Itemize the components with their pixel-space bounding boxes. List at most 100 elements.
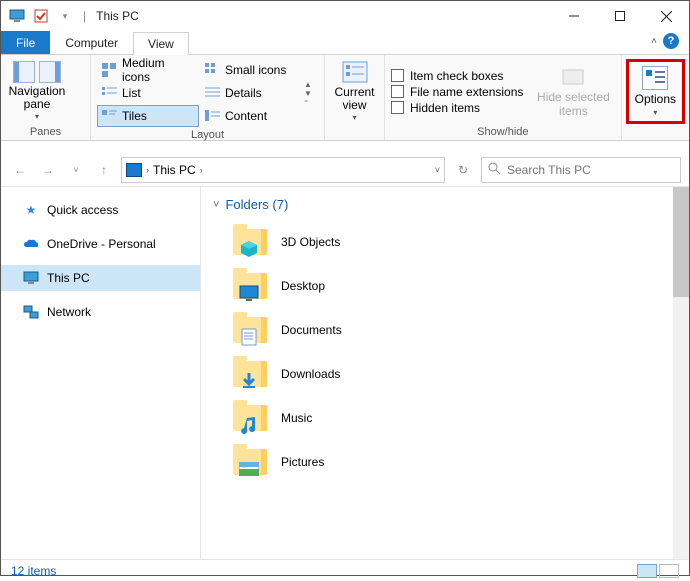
group-layout-label: Layout	[97, 129, 318, 141]
qat-separator: |	[83, 9, 86, 23]
folder-downloads[interactable]: Downloads	[213, 352, 677, 396]
layout-medium-icons[interactable]: Medium icons	[97, 59, 199, 81]
pc-icon[interactable]	[7, 6, 27, 26]
checkbox-icon	[391, 101, 404, 114]
check-hidden-items[interactable]: Hidden items	[391, 101, 523, 115]
layout-content[interactable]: Content	[200, 105, 302, 127]
folder-label: Documents	[281, 323, 342, 337]
folder-icon	[231, 446, 269, 478]
navigation-pane-label: Navigation pane	[9, 85, 66, 111]
preview-pane-icon	[39, 61, 61, 83]
cloud-icon	[23, 236, 39, 252]
address-location: This PC	[153, 163, 196, 177]
status-bar: 12 items	[1, 559, 689, 581]
up-button[interactable]: ↑	[93, 159, 115, 181]
sidebar-item-quick-access[interactable]: ★Quick access	[1, 197, 200, 223]
properties-icon[interactable]	[31, 6, 51, 26]
scrollbar-thumb[interactable]	[673, 187, 689, 297]
layout-tiles[interactable]: Tiles	[97, 105, 199, 127]
view-large-icons-button[interactable]	[659, 564, 679, 578]
star-icon: ★	[23, 202, 39, 218]
address-bar[interactable]: › This PC › ˅	[121, 157, 445, 183]
tab-view[interactable]: View	[133, 32, 189, 55]
pc-icon	[126, 163, 142, 177]
layout-small-icons[interactable]: Small icons	[200, 59, 302, 81]
group-current-view: Current view ▾	[325, 55, 385, 140]
qat-dropdown-icon[interactable]: ▾	[55, 6, 75, 26]
help-icon[interactable]: ?	[663, 33, 679, 49]
layout-gallery: Medium icons Small icons List Details Ti…	[97, 59, 302, 127]
check-item-check-boxes[interactable]: Item check boxes	[391, 69, 523, 83]
recent-locations-icon[interactable]: ˅	[65, 159, 87, 181]
layout-gallery-arrows[interactable]: ▲▼⁼	[304, 80, 312, 107]
folder-label: Desktop	[281, 279, 325, 293]
chevron-down-icon: ▾	[352, 114, 356, 123]
chevron-down-icon: ˅	[213, 199, 219, 211]
options-icon	[642, 66, 668, 90]
group-panes: Navigation pane ▾ Panes	[1, 55, 91, 140]
folder-icon	[231, 358, 269, 390]
chevron-right-icon: ›	[146, 165, 149, 175]
layout-list[interactable]: List	[97, 82, 199, 104]
quick-access-toolbar: ▾ |	[7, 6, 90, 26]
current-view-icon	[341, 60, 369, 84]
group-show-hide: Item check boxes File name extensions Hi…	[385, 55, 622, 140]
address-dropdown-icon[interactable]: ˅	[435, 165, 440, 175]
network-icon	[23, 304, 39, 320]
address-bar-row: ← → ˅ ↑ › This PC › ˅ ↻	[1, 153, 689, 187]
nav-pane-icon	[13, 61, 35, 83]
window-title: This PC	[96, 9, 139, 23]
checkbox-icon	[391, 85, 404, 98]
close-button[interactable]	[643, 1, 689, 31]
content-pane: ˅ Folders (7) 3D Objects Desktop Documen…	[201, 187, 689, 559]
options-button[interactable]: Options ▾	[626, 59, 685, 124]
minimize-button[interactable]	[551, 1, 597, 31]
maximize-button[interactable]	[597, 1, 643, 31]
forward-button[interactable]: →	[37, 159, 59, 181]
ribbon-tabs: File Computer View ˄ ?	[1, 31, 689, 55]
folder-label: Downloads	[281, 367, 340, 381]
folder-label: Music	[281, 411, 312, 425]
group-layout: Medium icons Small icons List Details Ti…	[91, 55, 325, 140]
chevron-down-icon: ▾	[35, 113, 39, 122]
tab-file[interactable]: File	[1, 31, 50, 54]
sidebar-item-onedrive[interactable]: OneDrive - Personal	[1, 231, 200, 257]
sidebar-item-network[interactable]: Network	[1, 299, 200, 325]
search-input[interactable]	[507, 163, 674, 177]
folder-music[interactable]: Music	[213, 396, 677, 440]
chevron-down-icon: ▾	[653, 108, 657, 117]
folders-header[interactable]: ˅ Folders (7)	[213, 197, 677, 212]
checkbox-icon	[391, 69, 404, 82]
layout-details[interactable]: Details	[200, 82, 302, 104]
ribbon-view: Navigation pane ▾ Panes Medium icons Sma…	[1, 55, 689, 141]
hide-selected-items-button: Hide selected items	[533, 65, 613, 117]
window-controls	[551, 1, 689, 31]
search-icon	[488, 162, 501, 178]
scrollbar[interactable]	[673, 187, 689, 559]
hide-items-icon	[559, 65, 587, 89]
sidebar-item-this-pc[interactable]: This PC	[1, 265, 200, 291]
navigation-pane-button[interactable]: Navigation pane ▾	[7, 61, 67, 122]
folder-3d-objects[interactable]: 3D Objects	[213, 220, 677, 264]
refresh-button[interactable]: ↻	[451, 159, 475, 181]
folder-pictures[interactable]: Pictures	[213, 440, 677, 484]
search-box[interactable]	[481, 157, 681, 183]
folder-label: Pictures	[281, 455, 324, 469]
view-switcher	[637, 564, 679, 578]
check-file-name-extensions[interactable]: File name extensions	[391, 85, 523, 99]
group-panes-label: Panes	[7, 126, 84, 138]
chevron-right-icon[interactable]: ›	[200, 165, 203, 175]
show-hide-checks: Item check boxes File name extensions Hi…	[391, 67, 523, 117]
group-options: Options ▾	[622, 55, 689, 140]
view-details-button[interactable]	[637, 564, 657, 578]
tab-computer[interactable]: Computer	[50, 31, 133, 54]
current-view-button[interactable]: Current view ▾	[331, 60, 378, 123]
collapse-ribbon-icon[interactable]: ˄	[651, 36, 657, 47]
pc-icon	[23, 270, 39, 286]
back-button[interactable]: ←	[9, 159, 31, 181]
folder-documents[interactable]: Documents	[213, 308, 677, 352]
folder-desktop[interactable]: Desktop	[213, 264, 677, 308]
ribbon-help: ˄ ?	[651, 33, 679, 49]
folder-label: 3D Objects	[281, 235, 340, 249]
main-area: ★Quick access OneDrive - Personal This P…	[1, 187, 689, 559]
